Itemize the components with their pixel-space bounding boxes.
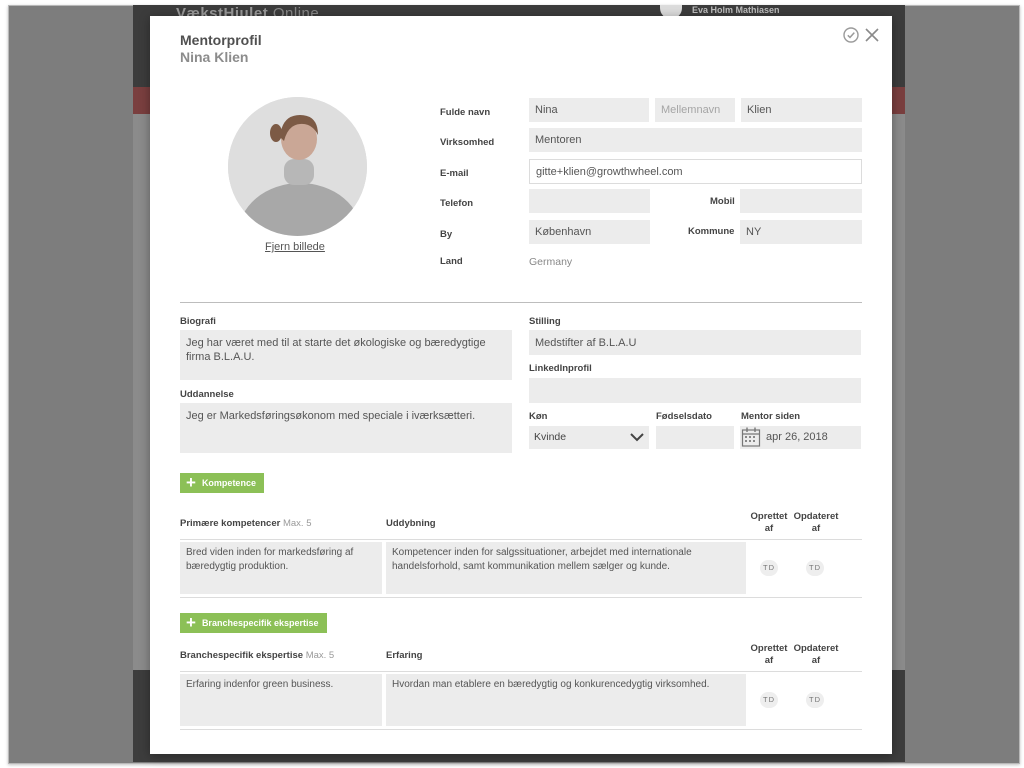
expertise-created-header: Oprettet af <box>750 643 788 666</box>
profile-photo-illustration <box>228 97 367 236</box>
expertise-row-line <box>180 729 862 730</box>
add-expertise-label: Branchespecifik ekspertise <box>201 618 319 628</box>
competence-header-line <box>180 539 862 540</box>
phone-input[interactable] <box>529 189 650 213</box>
competence-cell[interactable]: Bred viden inden for markedsføring af bæ… <box>180 542 382 594</box>
first-name-input[interactable] <box>529 98 649 122</box>
birthdate-label: Fødselsdato <box>656 411 712 422</box>
modal-title: Mentorprofil <box>180 32 262 48</box>
education-textarea[interactable]: Jeg er Markedsføringsøkonom med speciale… <box>180 403 512 453</box>
municipality-input[interactable] <box>740 220 862 244</box>
expertise-column-header: Branchespecifik ekspertise Max. 5 <box>180 650 334 661</box>
section-divider <box>180 302 862 303</box>
competence-detail-cell[interactable]: Kompetencer inden for salgssituationer, … <box>386 542 746 594</box>
company-label: Virksomhed <box>440 137 495 148</box>
calendar-icon[interactable] <box>741 426 761 448</box>
mobile-label: Mobil <box>710 196 735 207</box>
plus-icon: + <box>186 473 196 492</box>
email-input[interactable] <box>529 159 862 184</box>
close-icon[interactable] <box>864 27 880 43</box>
add-competence-label: Kompetence <box>201 478 256 488</box>
company-input[interactable] <box>529 128 862 152</box>
linkedin-input[interactable] <box>529 378 861 403</box>
expertise-column-title: Branchespecifik ekspertise <box>180 650 304 661</box>
city-input[interactable] <box>529 220 650 244</box>
updated-by-badge: TD <box>806 692 824 708</box>
competence-detail-header: Uddybning <box>386 518 436 529</box>
full-name-label: Fulde navn <box>440 107 491 118</box>
biography-textarea[interactable]: Jeg har været med til at starte det økol… <box>180 330 512 380</box>
updated-by-badge: TD <box>806 560 824 576</box>
chevron-down-icon <box>630 433 644 442</box>
biography-label: Biografi <box>180 316 216 327</box>
country-label: Land <box>440 256 463 267</box>
municipality-label: Kommune <box>688 226 735 237</box>
created-by-badge: TD <box>760 692 778 708</box>
gender-selected-value: Kvinde <box>534 431 567 443</box>
add-competence-button[interactable]: + Kompetence <box>180 473 264 493</box>
country-value[interactable]: Germany <box>529 256 572 268</box>
check-circle-icon[interactable] <box>843 27 859 43</box>
profile-photo <box>228 97 367 236</box>
background-user-name: Eva Holm Mathiasen <box>692 5 780 15</box>
phone-label: Telefon <box>440 198 474 209</box>
modal-subtitle: Nina Klien <box>180 49 249 65</box>
plus-icon: + <box>186 613 196 632</box>
add-expertise-button[interactable]: + Branchespecifik ekspertise <box>180 613 327 633</box>
expertise-updated-header: Opdateret af <box>793 643 839 666</box>
email-label: E-mail <box>440 168 469 179</box>
last-name-input[interactable] <box>741 98 862 122</box>
gender-select[interactable]: Kvinde <box>529 426 649 449</box>
expertise-detail-header: Erfaring <box>386 650 423 661</box>
position-input[interactable] <box>529 330 861 355</box>
mentor-since-label: Mentor siden <box>741 411 801 422</box>
linkedin-label: LinkedInprofil <box>529 363 592 374</box>
mentor-since-value: apr 26, 2018 <box>766 431 828 443</box>
expertise-header-line <box>180 671 862 672</box>
competence-row-line <box>180 597 862 598</box>
competence-created-header: Oprettet af <box>750 511 788 534</box>
expertise-detail-cell[interactable]: Hvordan man etablere en bæredygtig og ko… <box>386 674 746 726</box>
city-label: By <box>440 229 453 240</box>
competence-max-hint: Max. 5 <box>282 518 312 529</box>
gender-label: Køn <box>529 411 548 422</box>
mobile-input[interactable] <box>740 189 862 213</box>
position-label: Stilling <box>529 316 561 327</box>
mentor-since-field[interactable]: apr 26, 2018 <box>740 426 861 449</box>
middle-name-input[interactable] <box>655 98 735 122</box>
competence-column-title: Primære kompetencer <box>180 518 281 529</box>
birthdate-input[interactable] <box>656 426 734 449</box>
expertise-max-hint: Max. 5 <box>305 650 335 661</box>
competence-column-header: Primære kompetencer Max. 5 <box>180 518 311 529</box>
created-by-badge: TD <box>760 560 778 576</box>
remove-photo-link[interactable]: Fjern billede <box>265 241 325 253</box>
expertise-cell[interactable]: Erfaring indenfor green business. <box>180 674 382 726</box>
education-label: Uddannelse <box>180 389 234 400</box>
competence-updated-header: Opdateret af <box>793 511 839 534</box>
mentor-profile-modal: Mentorprofil Nina Klien Fjern billede Fu… <box>150 16 892 754</box>
